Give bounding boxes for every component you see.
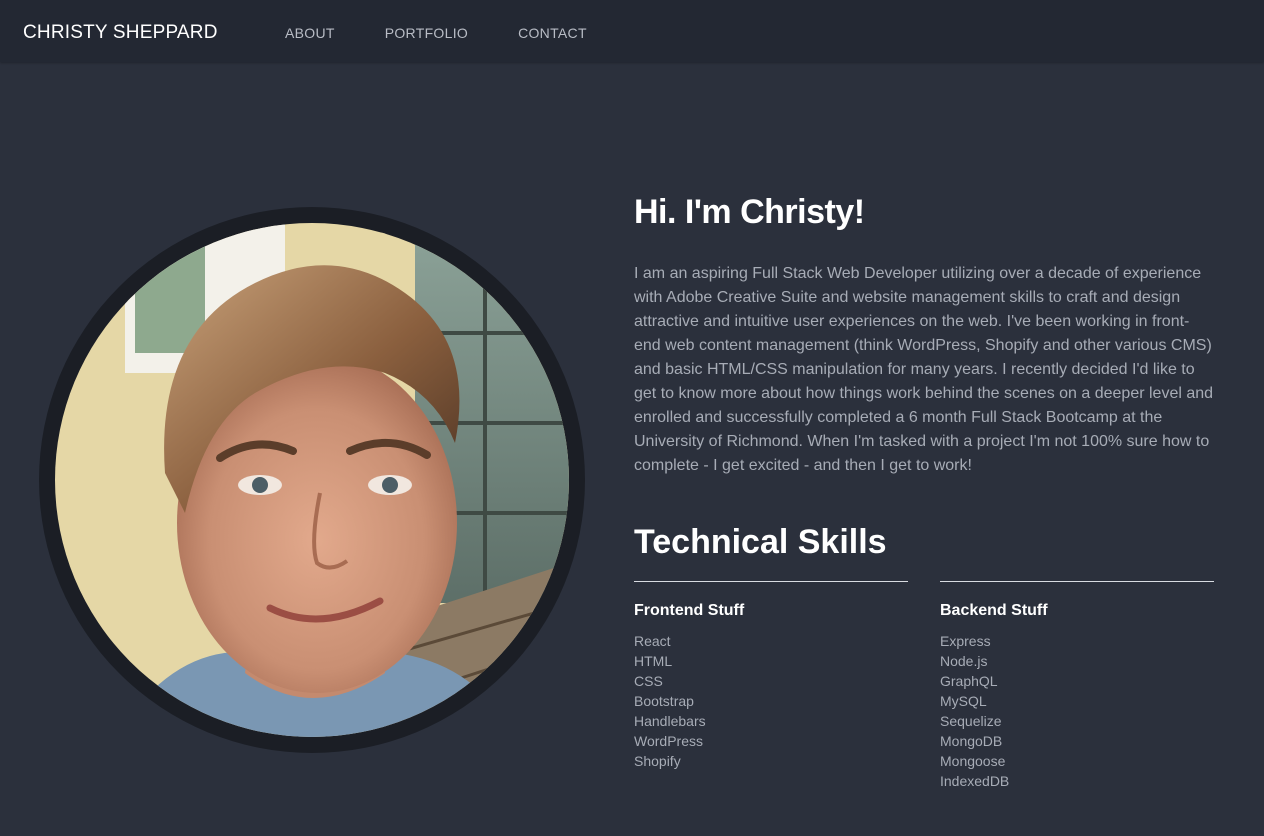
skill-item: Express bbox=[940, 633, 991, 649]
skill-item: Handlebars bbox=[634, 713, 706, 729]
nav-links: ABOUT PORTFOLIO CONTACT bbox=[285, 24, 637, 42]
skill-item: IndexedDB bbox=[940, 773, 1010, 789]
skill-item: HTML bbox=[634, 653, 673, 669]
bio-paragraph: I am an aspiring Full Stack Web Develope… bbox=[634, 265, 1214, 474]
skill-item: Mongoose bbox=[940, 753, 1006, 769]
backend-title: Backend Stuff bbox=[940, 602, 1048, 619]
brand-link[interactable]: CHRISTY SHEPPARD bbox=[23, 21, 218, 45]
frontend-skill-list: React HTML CSS Bootstrap Handlebars Word… bbox=[634, 631, 908, 771]
backend-skill-list: Express Node.js GraphQL MySQL Sequelize … bbox=[940, 631, 1214, 791]
about-content: Hi. I'm Christy! I am an aspiring Full S… bbox=[634, 190, 1214, 791]
backend-skills: Backend Stuff Express Node.js GraphQL My… bbox=[940, 581, 1214, 791]
skill-item: WordPress bbox=[634, 733, 703, 749]
skill-item: Shopify bbox=[634, 753, 681, 769]
nav-link-about[interactable]: ABOUT bbox=[285, 24, 335, 42]
hero-title: Hi. I'm Christy! bbox=[634, 193, 865, 231]
skill-item: Sequelize bbox=[940, 713, 1002, 729]
skill-item: CSS bbox=[634, 673, 663, 689]
frontend-skills: Frontend Stuff React HTML CSS Bootstrap … bbox=[634, 581, 908, 791]
nav-link-portfolio[interactable]: PORTFOLIO bbox=[385, 24, 468, 42]
profile-photo-frame bbox=[39, 207, 585, 753]
profile-photo bbox=[55, 223, 569, 737]
skill-item: Bootstrap bbox=[634, 693, 694, 709]
skill-item: React bbox=[634, 633, 671, 649]
frontend-title: Frontend Stuff bbox=[634, 602, 745, 619]
skills-heading: Technical Skills bbox=[634, 523, 887, 561]
top-navbar: CHRISTY SHEPPARD ABOUT PORTFOLIO CONTACT bbox=[0, 0, 1264, 62]
skill-item: GraphQL bbox=[940, 673, 998, 689]
skill-item: MySQL bbox=[940, 693, 987, 709]
skill-item: MongoDB bbox=[940, 733, 1003, 749]
skills-columns: Frontend Stuff React HTML CSS Bootstrap … bbox=[634, 581, 1214, 791]
nav-link-contact[interactable]: CONTACT bbox=[518, 24, 587, 42]
skill-item: Node.js bbox=[940, 653, 988, 669]
